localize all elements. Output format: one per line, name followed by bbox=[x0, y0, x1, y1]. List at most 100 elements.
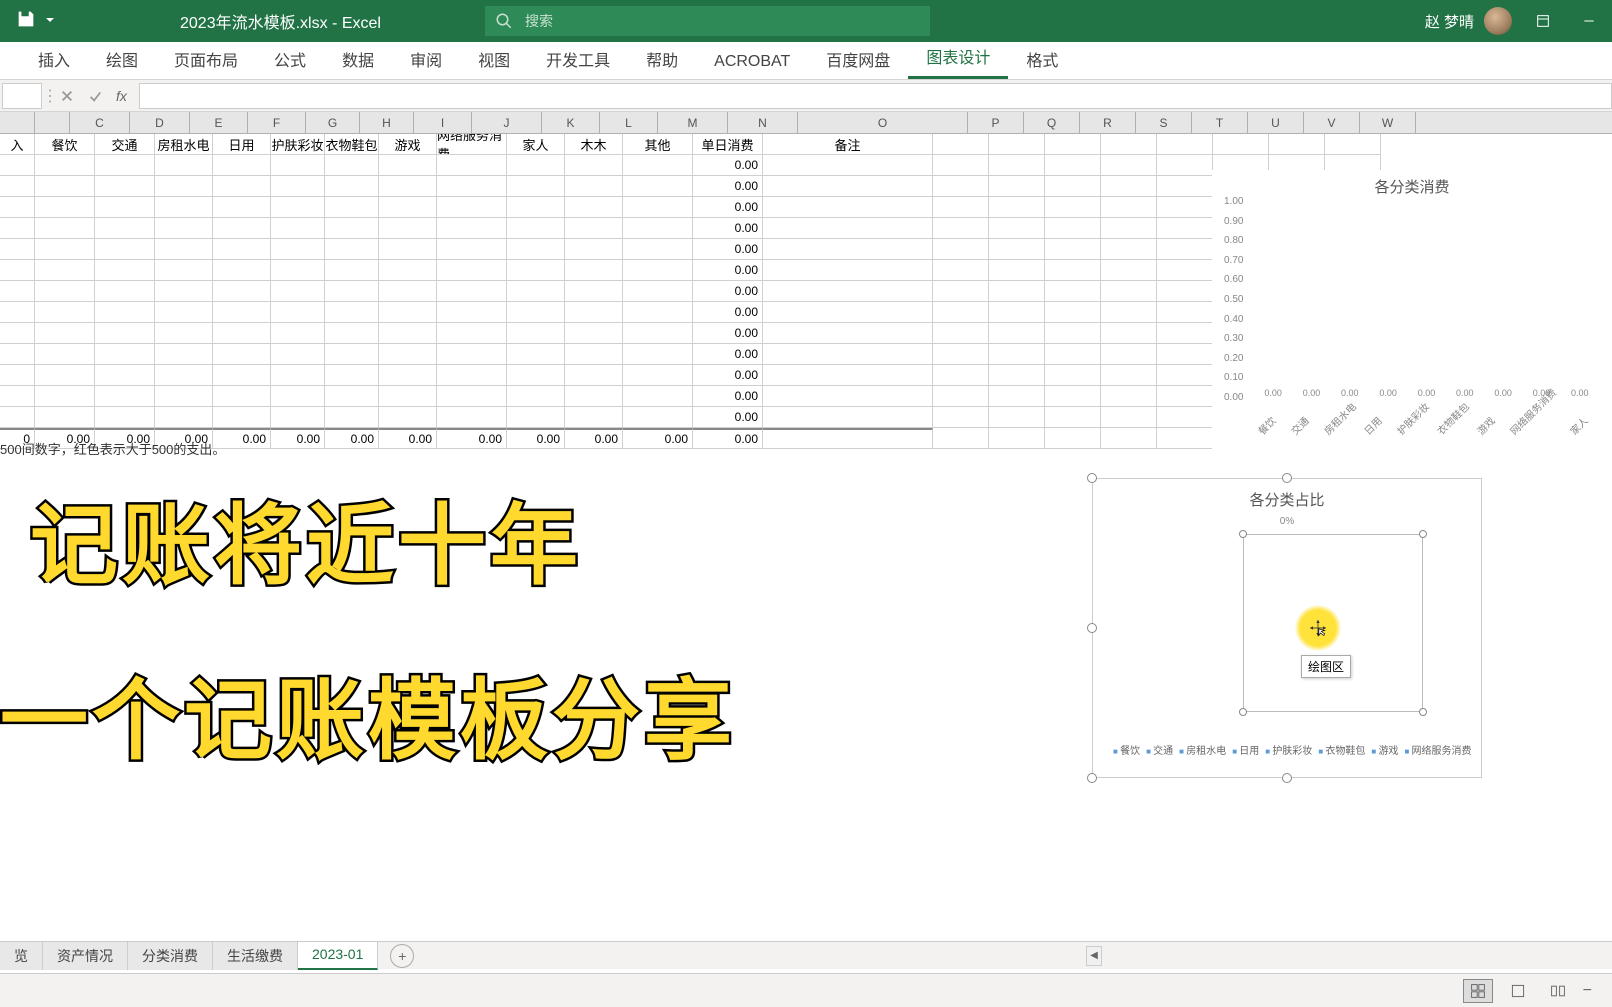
table-cell[interactable] bbox=[213, 407, 271, 428]
table-cell[interactable] bbox=[379, 155, 437, 176]
table-cell[interactable]: 0.00 bbox=[693, 281, 763, 302]
table-cell[interactable] bbox=[933, 365, 989, 386]
table-cell[interactable] bbox=[35, 365, 95, 386]
table-cell[interactable] bbox=[933, 260, 989, 281]
table-cell[interactable] bbox=[623, 239, 693, 260]
column-header[interactable]: G bbox=[306, 112, 360, 133]
table-cell[interactable]: 0.00 bbox=[693, 239, 763, 260]
table-cell[interactable] bbox=[379, 239, 437, 260]
table-cell[interactable] bbox=[1157, 239, 1213, 260]
table-cell[interactable] bbox=[1101, 260, 1157, 281]
table-cell[interactable] bbox=[989, 365, 1045, 386]
page-layout-view-button[interactable] bbox=[1503, 979, 1533, 1003]
save-icon[interactable] bbox=[15, 8, 37, 35]
table-cell[interactable] bbox=[155, 218, 213, 239]
table-cell[interactable] bbox=[437, 239, 507, 260]
table-cell[interactable] bbox=[95, 218, 155, 239]
ribbon-tab[interactable]: 格式 bbox=[1008, 39, 1076, 79]
table-total-cell[interactable] bbox=[933, 428, 989, 449]
table-cell[interactable] bbox=[213, 302, 271, 323]
table-cell[interactable] bbox=[155, 323, 213, 344]
table-cell[interactable] bbox=[35, 239, 95, 260]
table-cell[interactable] bbox=[0, 407, 35, 428]
table-cell[interactable] bbox=[623, 155, 693, 176]
table-cell[interactable] bbox=[507, 176, 565, 197]
table-cell[interactable] bbox=[507, 155, 565, 176]
table-cell[interactable] bbox=[933, 197, 989, 218]
table-cell[interactable] bbox=[1157, 260, 1213, 281]
add-sheet-button[interactable]: + bbox=[390, 944, 414, 968]
table-cell[interactable] bbox=[1157, 302, 1213, 323]
table-cell[interactable] bbox=[325, 197, 379, 218]
ribbon-tab[interactable]: 视图 bbox=[460, 39, 528, 79]
table-cell[interactable] bbox=[0, 344, 35, 365]
table-cell[interactable] bbox=[933, 155, 989, 176]
table-cell[interactable] bbox=[155, 344, 213, 365]
table-cell[interactable] bbox=[35, 407, 95, 428]
table-cell[interactable] bbox=[379, 323, 437, 344]
table-cell[interactable] bbox=[623, 323, 693, 344]
table-cell[interactable] bbox=[989, 407, 1045, 428]
column-header[interactable]: F bbox=[248, 112, 306, 133]
table-cell[interactable] bbox=[989, 302, 1045, 323]
ribbon-tab[interactable]: 插入 bbox=[20, 39, 88, 79]
table-cell[interactable] bbox=[0, 176, 35, 197]
table-cell[interactable] bbox=[623, 365, 693, 386]
ribbon-tab[interactable]: 页面布局 bbox=[156, 39, 256, 79]
table-cell[interactable] bbox=[0, 155, 35, 176]
table-cell[interactable] bbox=[35, 218, 95, 239]
table-cell[interactable] bbox=[565, 407, 623, 428]
table-cell[interactable] bbox=[507, 281, 565, 302]
table-cell[interactable] bbox=[0, 323, 35, 344]
table-cell[interactable]: 0.00 bbox=[693, 302, 763, 323]
table-cell[interactable] bbox=[933, 176, 989, 197]
table-header-cell[interactable] bbox=[933, 134, 989, 155]
table-cell[interactable] bbox=[1157, 365, 1213, 386]
table-cell[interactable] bbox=[1157, 407, 1213, 428]
table-cell[interactable] bbox=[437, 323, 507, 344]
table-cell[interactable] bbox=[35, 197, 95, 218]
table-cell[interactable] bbox=[213, 239, 271, 260]
table-cell[interactable] bbox=[989, 176, 1045, 197]
table-cell[interactable] bbox=[1045, 386, 1101, 407]
table-cell[interactable] bbox=[933, 386, 989, 407]
table-cell[interactable] bbox=[623, 218, 693, 239]
ribbon-tab[interactable]: 审阅 bbox=[392, 39, 460, 79]
table-cell[interactable] bbox=[507, 323, 565, 344]
table-cell[interactable] bbox=[155, 260, 213, 281]
table-cell[interactable] bbox=[507, 197, 565, 218]
table-cell[interactable] bbox=[1101, 239, 1157, 260]
table-header-cell[interactable]: 日用 bbox=[213, 134, 271, 155]
column-header[interactable]: I bbox=[414, 112, 472, 133]
table-cell[interactable] bbox=[271, 155, 325, 176]
table-cell[interactable] bbox=[271, 302, 325, 323]
table-cell[interactable] bbox=[325, 281, 379, 302]
table-cell[interactable] bbox=[437, 176, 507, 197]
table-cell[interactable] bbox=[213, 386, 271, 407]
table-cell[interactable] bbox=[213, 365, 271, 386]
table-cell[interactable] bbox=[1157, 197, 1213, 218]
table-cell[interactable] bbox=[989, 218, 1045, 239]
table-cell[interactable] bbox=[989, 260, 1045, 281]
table-cell[interactable] bbox=[95, 281, 155, 302]
table-cell[interactable] bbox=[437, 302, 507, 323]
table-total-cell[interactable] bbox=[763, 428, 933, 449]
table-cell[interactable] bbox=[437, 386, 507, 407]
pie-chart[interactable]: 各分类占比 0% 绘图区 餐饮交通房租水电日用护肤彩妆衣物鞋包游戏网络服务消费 bbox=[1092, 478, 1482, 778]
table-cell[interactable] bbox=[623, 281, 693, 302]
table-cell[interactable] bbox=[155, 386, 213, 407]
table-cell[interactable] bbox=[763, 260, 933, 281]
table-cell[interactable] bbox=[0, 260, 35, 281]
table-cell[interactable] bbox=[623, 302, 693, 323]
table-cell[interactable] bbox=[623, 260, 693, 281]
table-cell[interactable] bbox=[271, 176, 325, 197]
column-header[interactable]: J bbox=[472, 112, 542, 133]
column-header[interactable]: V bbox=[1304, 112, 1360, 133]
ribbon-tab[interactable]: 帮助 bbox=[628, 39, 696, 79]
table-cell[interactable] bbox=[0, 197, 35, 218]
scroll-left-button[interactable]: ◀ bbox=[1086, 946, 1102, 966]
table-cell[interactable] bbox=[1045, 218, 1101, 239]
table-cell[interactable] bbox=[565, 197, 623, 218]
table-cell[interactable] bbox=[763, 239, 933, 260]
table-cell[interactable] bbox=[565, 239, 623, 260]
